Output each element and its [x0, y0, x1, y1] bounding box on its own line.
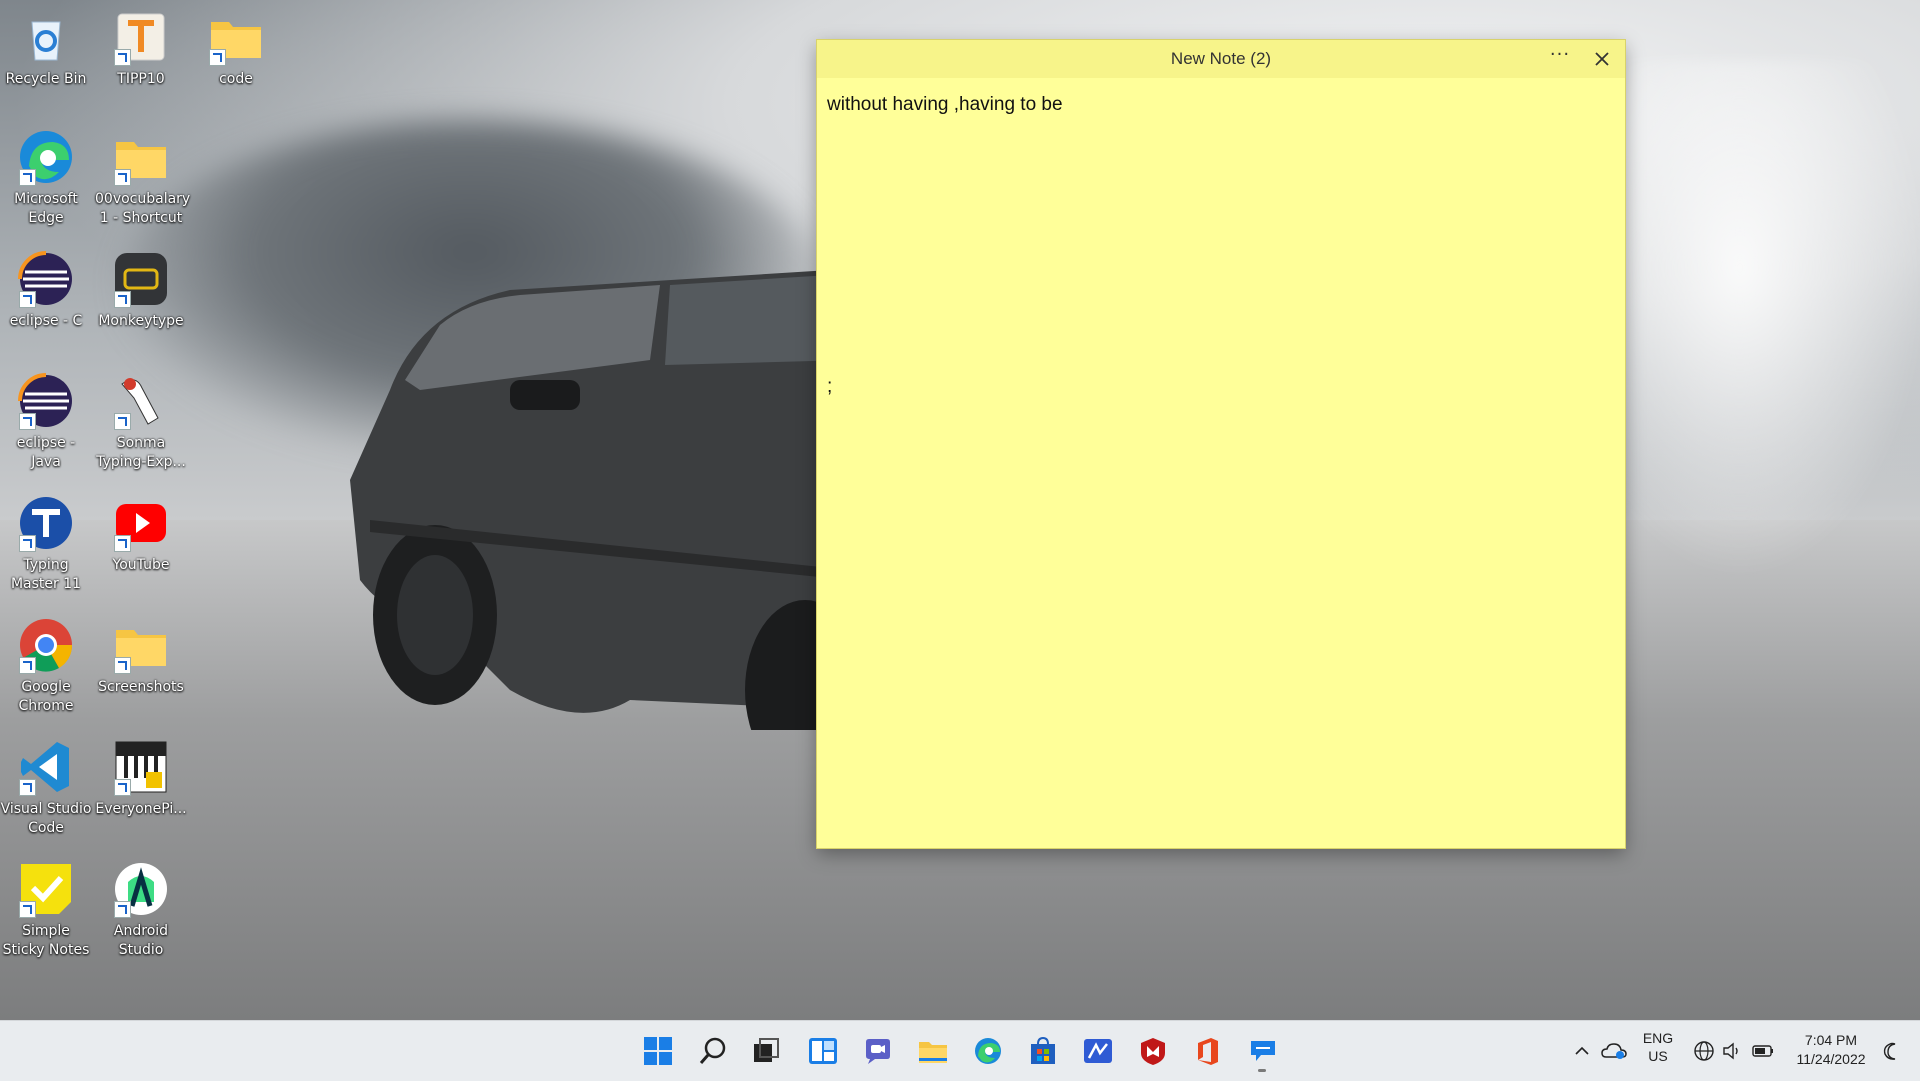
- widgets-button[interactable]: [805, 1033, 841, 1069]
- desktop-icon-everyonepiano[interactable]: EveryonePi...: [95, 738, 187, 819]
- sonma-icon: [112, 372, 170, 430]
- folder-icon: [207, 8, 265, 66]
- desktop-icon-recycle-bin[interactable]: Recycle Bin: [0, 8, 92, 89]
- recycle-bin-icon: [17, 8, 75, 66]
- language-code: ENG: [1642, 1030, 1674, 1046]
- notifications-button[interactable]: [1878, 1033, 1906, 1069]
- file-explorer-button[interactable]: [915, 1033, 951, 1069]
- cloud-sync-icon: [1601, 1043, 1627, 1059]
- desktop-icon-visual-studio-code[interactable]: Visual Studio Code: [0, 738, 92, 838]
- mcafee-button[interactable]: [1135, 1033, 1171, 1069]
- car-image: [350, 270, 850, 730]
- close-button[interactable]: [1589, 46, 1615, 72]
- sticky-note-window[interactable]: New Note (2) ··· without having ,having …: [817, 40, 1625, 848]
- desktop-icon-screenshots[interactable]: Screenshots: [95, 616, 187, 697]
- note-text-line: ;: [827, 376, 833, 397]
- chat-icon: [866, 1039, 890, 1064]
- desktop-icon-code[interactable]: code: [190, 8, 282, 89]
- chrome-icon: [17, 616, 75, 674]
- vscode-alt-icon: [1084, 1039, 1112, 1063]
- keyboard-layout: US: [1648, 1048, 1668, 1064]
- edge-taskbar-button[interactable]: [970, 1033, 1006, 1069]
- desktop-icon-youtube[interactable]: YouTube: [95, 494, 187, 575]
- battery-icon: [1752, 1045, 1773, 1057]
- battery-button[interactable]: [1748, 1033, 1778, 1069]
- desktop-icon-microsoft-edge[interactable]: Microsoft Edge: [0, 128, 92, 228]
- desktop-icon-eclipse-c[interactable]: eclipse - C: [0, 250, 92, 331]
- file-explorer-icon: [919, 1042, 947, 1063]
- desktop-icon-00vocubalary[interactable]: 00vocubalary 1 - Shortcut: [95, 128, 190, 228]
- android-studio-icon: [112, 860, 170, 918]
- search-icon: [699, 1037, 726, 1064]
- monkeytype-icon: [112, 250, 170, 308]
- folder-icon: [112, 616, 170, 674]
- desktop-icon-tipp10[interactable]: TIPP10: [95, 8, 187, 89]
- close-icon: [1595, 52, 1609, 66]
- eclipse-icon: [17, 250, 75, 308]
- task-view-icon: [754, 1038, 779, 1062]
- store-icon: [1031, 1036, 1055, 1064]
- show-hidden-icons-button[interactable]: [1568, 1033, 1596, 1069]
- note-title: New Note (2): [1170, 49, 1272, 68]
- edge-icon: [17, 128, 75, 186]
- taskbar: ENG US 7:04 PM 11/24/2022: [0, 1020, 1920, 1081]
- tipp10-icon: [112, 8, 170, 66]
- network-button[interactable]: [1690, 1033, 1718, 1069]
- clock[interactable]: 7:04 PM 11/24/2022: [1786, 1031, 1876, 1069]
- desktop-icon-android-studio[interactable]: Android Studio: [95, 860, 187, 960]
- office-icon: [1198, 1038, 1218, 1065]
- start-button[interactable]: [640, 1033, 676, 1069]
- clock-time: 7:04 PM: [1804, 1032, 1858, 1048]
- focus-moon-icon: [1883, 1042, 1896, 1060]
- sticky-notes-icon: [17, 860, 75, 918]
- more-options-button[interactable]: ···: [1545, 46, 1575, 70]
- speaker-icon: [1723, 1042, 1738, 1060]
- note-title-bar[interactable]: New Note (2) ···: [817, 40, 1625, 78]
- active-app-indicator: [1258, 1069, 1266, 1072]
- start-icon: [644, 1037, 672, 1065]
- youtube-icon: [112, 494, 170, 552]
- office-button[interactable]: [1190, 1033, 1226, 1069]
- task-view-button[interactable]: [748, 1033, 784, 1069]
- chevron-up-icon: [1575, 1046, 1589, 1055]
- sticky-notes-taskbar-button[interactable]: [1245, 1033, 1281, 1069]
- desktop-icon-monkeytype[interactable]: Monkeytype: [95, 250, 187, 331]
- search-button[interactable]: [695, 1033, 731, 1069]
- whiteboard-button[interactable]: [1080, 1033, 1116, 1069]
- note-text-area[interactable]: without having ,having to be ;: [827, 94, 1607, 834]
- chat-button[interactable]: [860, 1033, 896, 1069]
- widgets-icon: [809, 1038, 837, 1064]
- clock-date: 11/24/2022: [1796, 1051, 1866, 1067]
- sticky-notes-app-icon: [1251, 1041, 1275, 1061]
- desktop-icon-typing-master[interactable]: Typing Master 11: [0, 494, 92, 594]
- onedrive-tray-button[interactable]: [1598, 1033, 1630, 1069]
- store-button[interactable]: [1025, 1033, 1061, 1069]
- volume-button[interactable]: [1718, 1033, 1746, 1069]
- desktop-icon-google-chrome[interactable]: Google Chrome: [0, 616, 92, 716]
- vscode-icon: [17, 738, 75, 796]
- typing-master-icon: [17, 494, 75, 552]
- folder-icon: [112, 128, 170, 186]
- desktop-icon-sonma[interactable]: Sonma Typing-Exp...: [95, 372, 187, 472]
- everyonepiano-icon: [112, 738, 170, 796]
- desktop-icon-eclipse-java[interactable]: eclipse - Java: [0, 372, 92, 472]
- globe-icon: [1694, 1041, 1714, 1061]
- language-indicator[interactable]: ENG US: [1640, 1029, 1676, 1065]
- mcafee-icon: [1141, 1038, 1165, 1065]
- eclipse-icon: [17, 372, 75, 430]
- edge-icon: [975, 1038, 1001, 1064]
- note-text-line: without having ,having to be: [827, 94, 1063, 115]
- desktop-icon-simple-sticky-notes[interactable]: Simple Sticky Notes: [0, 860, 92, 960]
